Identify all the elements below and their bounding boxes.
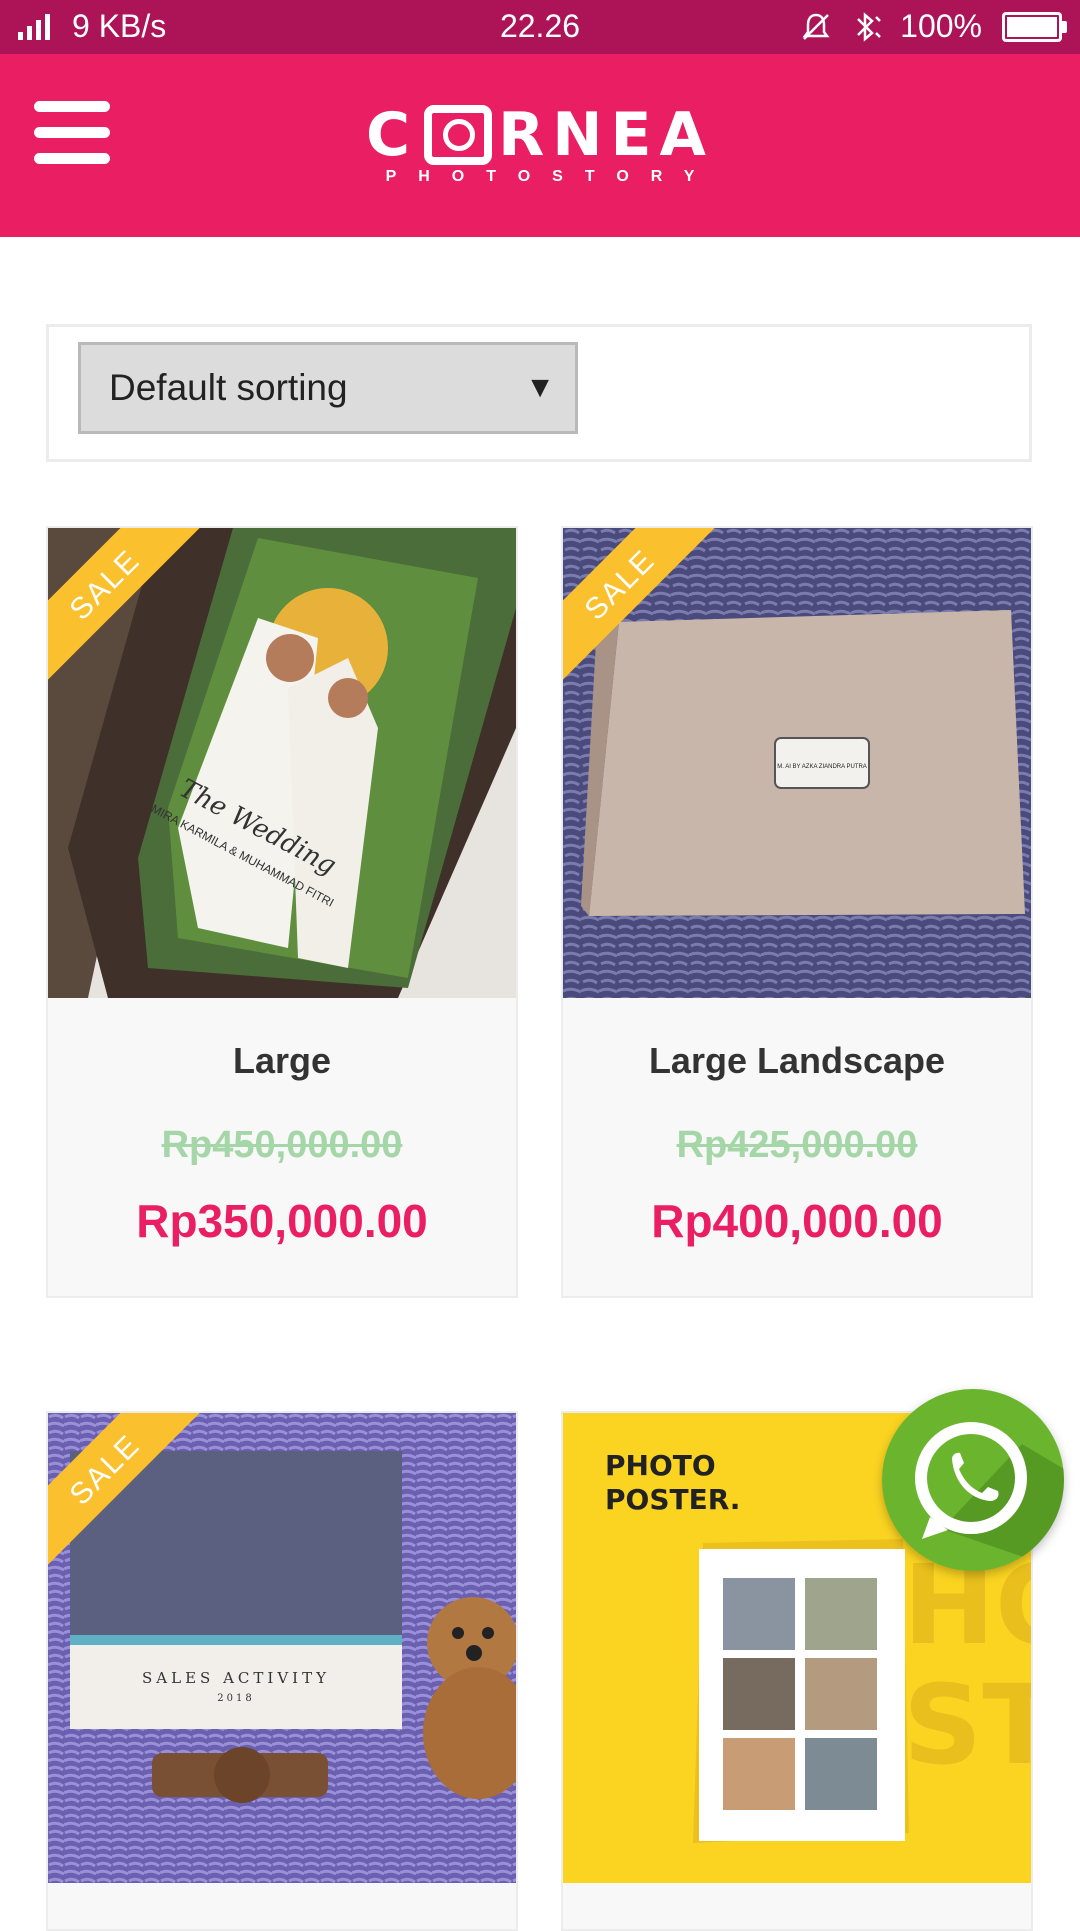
product-image[interactable]: SALES ACTIVITY 2018 SALE [48, 1413, 516, 1883]
site-header: C RNEA PHOTOSTORY [0, 54, 1080, 237]
whatsapp-icon[interactable] [882, 1389, 1064, 1571]
camera-icon [424, 105, 493, 165]
logo-wordmark: C RNEA [366, 100, 714, 170]
bluetooth-icon [857, 11, 882, 42]
product-title[interactable]: Large Landscape [563, 1040, 1031, 1082]
product-price: Rp400,000.00 [651, 1195, 943, 1247]
sort-select[interactable]: Default sorting ▼ [78, 342, 578, 434]
logo-tagline: PHOTOSTORY [385, 168, 717, 185]
svg-text:ST: ST [903, 1661, 1031, 1789]
poster-heading-line2: POSTER. [605, 1483, 740, 1516]
sales-activity-caption: SALES ACTIVITY [142, 1669, 330, 1687]
battery-icon [1002, 11, 1067, 42]
site-logo[interactable]: C RNEA PHOTOSTORY [0, 104, 1080, 186]
status-right: 100% [800, 8, 1067, 45]
battery-percent: 100% [900, 8, 982, 44]
battery-fill [1007, 16, 1057, 37]
product-old-price: Rp450,000.00 [161, 1124, 403, 1166]
sort-select-value: Default sorting [109, 367, 348, 408]
cover-plate: M. AI BY AZKA ZIANDRA PUTRA [777, 764, 867, 770]
product-card[interactable]: The Wedding MIRA KARMILA & MUHAMMAD FITR… [46, 526, 518, 1298]
product-card[interactable]: SALES ACTIVITY 2018 SALE [46, 1411, 518, 1931]
sales-activity-year: 2018 [217, 1693, 254, 1704]
product-image[interactable]: The Wedding MIRA KARMILA & MUHAMMAD FITR… [48, 528, 516, 998]
product-title[interactable]: Large [48, 1040, 516, 1082]
poster-heading-line1: PHOTO [605, 1449, 716, 1482]
product-price: Rp350,000.00 [136, 1195, 428, 1247]
dropdown-arrow-icon: ▼ [525, 371, 555, 404]
product-old-price: Rp425,000.00 [676, 1124, 918, 1166]
bell-off-icon [802, 13, 830, 40]
status-bar: 9 KB/s 22.26 100% [0, 0, 1080, 54]
product-card[interactable]: M. AI BY AZKA ZIANDRA PUTRA SALE Large L… [561, 526, 1033, 1298]
product-image[interactable]: M. AI BY AZKA ZIANDRA PUTRA SALE [563, 528, 1031, 998]
